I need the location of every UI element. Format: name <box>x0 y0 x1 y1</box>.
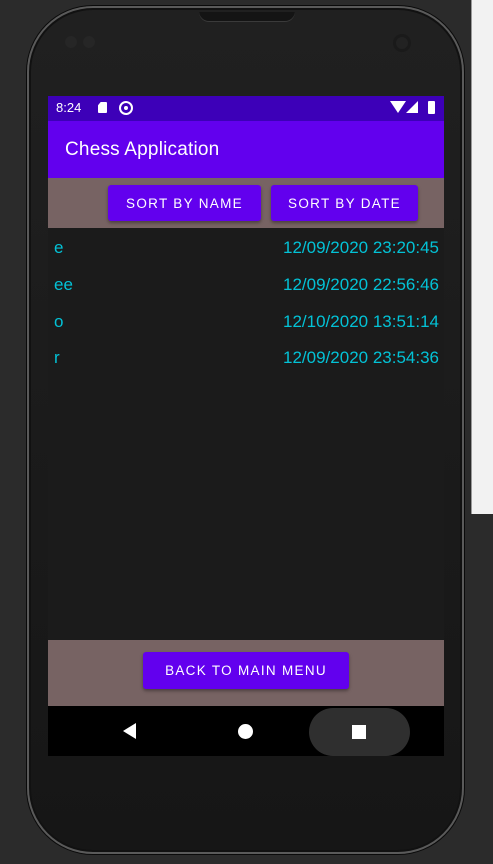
sd-card-icon <box>98 102 107 113</box>
list-item[interactable]: o 12/10/2020 13:51:14 <box>48 302 444 339</box>
bottom-bar: BACK TO MAIN MENU <box>48 640 444 706</box>
proximity-sensor-icon <box>83 36 95 48</box>
sort-by-name-button[interactable]: SORT BY NAME <box>108 185 261 221</box>
game-date: 12/09/2020 23:54:36 <box>283 348 439 367</box>
signal-icon <box>406 101 418 113</box>
front-camera-icon <box>65 36 77 48</box>
game-date: 12/09/2020 22:56:46 <box>283 275 439 294</box>
recents-button[interactable] <box>309 708 410 756</box>
back-to-main-menu-button[interactable]: BACK TO MAIN MENU <box>143 652 349 689</box>
status-bar: 8:24 <box>48 96 444 121</box>
game-date: 12/09/2020 23:20:45 <box>283 238 439 257</box>
game-name: e <box>54 238 64 257</box>
side-panel <box>471 0 493 514</box>
app-title: Chess Application <box>65 139 220 160</box>
wifi-icon <box>390 101 406 113</box>
battery-icon <box>428 101 435 114</box>
app-bar: Chess Application <box>48 121 444 178</box>
sort-bar: SORT BY NAME SORT BY DATE <box>48 178 444 228</box>
game-name: ee <box>54 275 73 294</box>
status-time: 8:24 <box>56 100 82 115</box>
recents-icon <box>352 725 366 739</box>
navigation-bar <box>48 706 444 756</box>
game-name: o <box>54 312 64 331</box>
back-icon[interactable] <box>123 723 136 739</box>
speaker-grille <box>199 12 295 22</box>
home-icon[interactable] <box>238 724 253 739</box>
list-item[interactable]: e 12/09/2020 23:20:45 <box>48 228 444 265</box>
list-item[interactable]: r 12/09/2020 23:54:36 <box>48 338 444 375</box>
game-name: r <box>54 348 60 367</box>
light-sensor-icon <box>393 34 411 52</box>
saved-games-list: e 12/09/2020 23:20:45 ee 12/09/2020 22:5… <box>48 228 444 640</box>
device-screen: 8:24 Chess Application SORT BY NAME SORT… <box>48 96 444 756</box>
game-date: 12/10/2020 13:51:14 <box>283 312 439 331</box>
list-item[interactable]: ee 12/09/2020 22:56:46 <box>48 265 444 302</box>
sync-icon <box>119 101 133 115</box>
sort-by-date-button[interactable]: SORT BY DATE <box>271 185 418 221</box>
